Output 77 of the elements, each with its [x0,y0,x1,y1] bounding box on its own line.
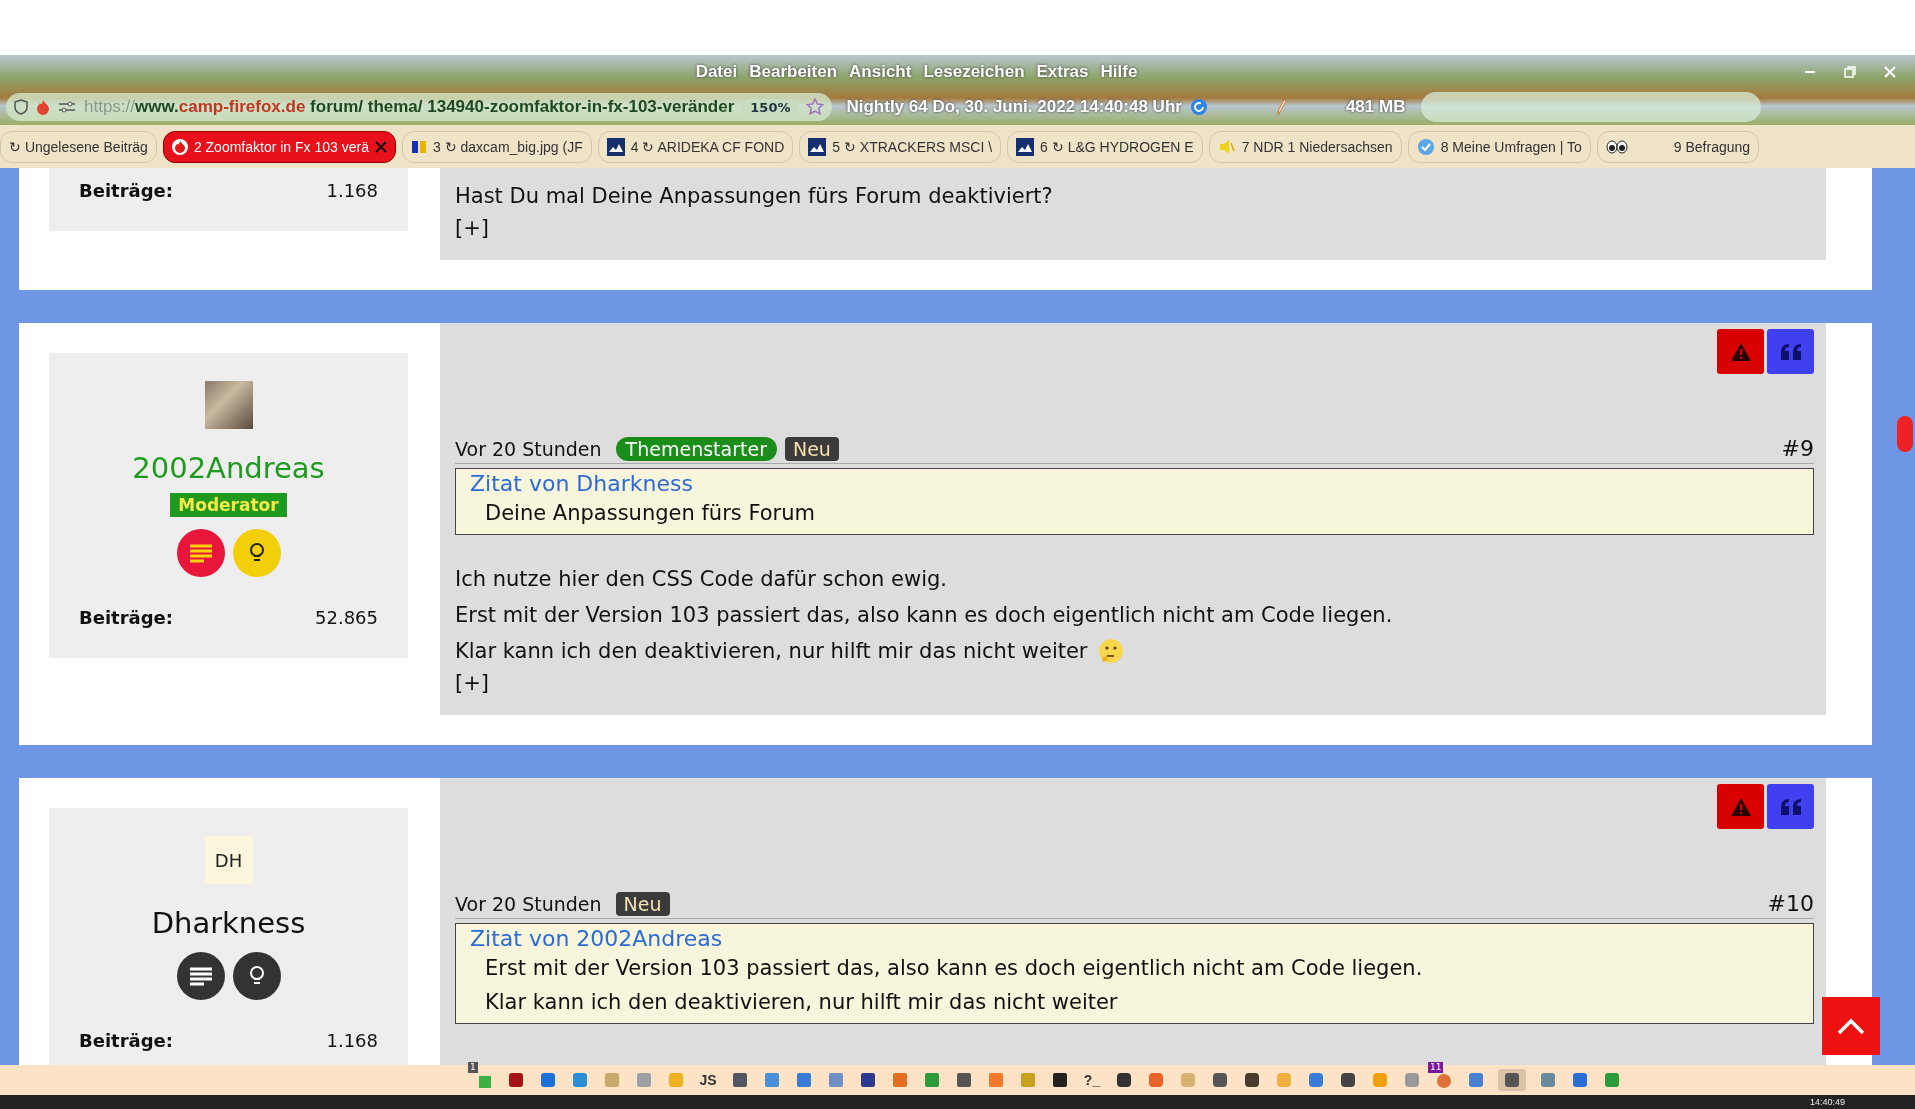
quote-author-link[interactable]: Zitat von 2002Andreas [470,926,1799,951]
quote-text: Klar kann ich den deaktivieren, nur hilft mir das nicht weiter [484,989,1119,1016]
scrollbar-thumb[interactable] [1897,416,1913,452]
quote-icon [1779,342,1802,361]
search-field[interactable] [1421,92,1762,122]
posts-label: Beiträge: [79,1030,174,1051]
close-icon[interactable] [374,140,387,153]
role-badge: Moderator [170,493,287,517]
tag: Neu [784,436,839,461]
avatar[interactable]: DH [204,836,253,884]
quote-text: Deine Anpassungen fürs Forum [484,500,816,527]
scroll-to-top-button[interactable] [1822,997,1880,1055]
browser-tab[interactable]: 7 NDR 1 Niedersachsen [1208,130,1402,163]
star-icon[interactable] [806,98,825,116]
extension-label[interactable]: ?_ [1082,1069,1102,1091]
sync-icon[interactable] [1189,98,1208,116]
extension-icon[interactable] [1435,1071,1453,1089]
pencil-icon[interactable] [1275,98,1286,116]
count-badge: 11 [1428,1062,1444,1073]
browser-tab[interactable]: 8 Meine Umfragen | To [1407,130,1591,163]
lightbulb-icon[interactable] [232,529,281,577]
address-bar[interactable]: https://www.camp-firefox.de forum/ thema/ 134940-zoomfaktor-in-fx-103-veränder 150% [6,93,833,121]
tag: Neu [615,891,670,916]
list-icon[interactable] [176,952,225,1000]
report-button[interactable] [1717,784,1764,829]
browser-tab[interactable]: 6 ↻ L&G HYDROGEN E [1007,130,1203,163]
caret-icon [1837,1017,1865,1035]
expand-link[interactable]: [+] [455,216,1814,240]
username[interactable]: Dharkness [151,906,306,940]
count-badge: 1 [468,1062,478,1073]
posts-label: Beiträge: [79,180,174,201]
post-text: Hast Du mal Deine Anpassungen fürs Forum deaktiviert? [455,183,1053,210]
tag: Themenstarter [615,436,777,461]
memory-usage: 481 MB [1345,97,1406,117]
post-time[interactable]: Vor 20 Stunden [455,437,602,460]
posts-count: 1.168 [326,1030,378,1051]
expand-link[interactable]: [+] [455,671,1814,695]
report-button[interactable] [1717,329,1764,374]
browser-tab[interactable]: 5 ↻ XTRACKERS MSCI \ [799,130,1002,163]
chart-icon [606,137,625,156]
flame-icon [171,137,188,156]
shield-icon[interactable] [14,99,28,115]
warning-icon [1729,341,1752,362]
post-time[interactable]: Vor 20 Stunden [455,892,602,915]
chart-icon [808,137,827,156]
post-number[interactable]: #10 [1767,891,1814,916]
status-text: Nightly 64 Do, 30. Juni. 2022 14:40:48 Uhr [846,97,1182,117]
warning-icon [1729,796,1752,817]
quote-button[interactable] [1767,784,1814,829]
speaker-icon [1217,137,1236,156]
quote-text: Erst mit der Version 103 passiert das, also kann es doch eigentlich nicht am Code liegen. [484,955,1424,982]
browser-tab[interactable]: 9 Befragung [1596,130,1760,163]
chart-icon [1016,137,1035,156]
quote-icon [1779,797,1802,816]
posts-count: 52.865 [315,607,378,628]
browser-tab[interactable]: 3 ↻ daxcam_big.jpg (JF [401,130,592,163]
posts-label: Beiträge: [79,607,174,628]
url-text[interactable]: https://www.camp-firefox.de forum/ thema/ 134940-zoomfaktor-in-fx-103-veränder [84,97,735,117]
posts-count: 1.168 [326,180,378,201]
browser-tab[interactable]: 4 ↻ ARIDEKA CF FOND [597,130,794,163]
post-number[interactable]: #9 [1781,436,1814,461]
eyes-icon [1605,139,1628,154]
lightbulb-icon[interactable] [232,952,281,1000]
clock: 14:40:49 [1809,1097,1845,1107]
post-text: Erst mit der Version 103 passiert das, also kann es doch eigentlich nicht am Code liegen. [455,602,1393,629]
avatar-photo-placeholder[interactable] [204,381,253,429]
post-text: Ich nutze hier den CSS Code dafür schon ewig. [455,566,947,593]
browser-tab[interactable]: 2 Zoomfaktor in Fx 103 verä [162,130,396,163]
post-text: Klar kann ich den deaktivieren, nur hilft mir das nicht weiter [455,638,1088,665]
sliders-icon[interactable] [58,100,76,114]
restore-icon[interactable] [1843,65,1857,79]
extension-label[interactable]: JS [698,1069,718,1091]
flame-icon [36,99,50,115]
quote-button[interactable] [1767,329,1814,374]
browser-tab[interactable]: ↻ Ungelesene Beiträg [0,130,157,163]
quote-author-link[interactable]: Zitat von Dharkness [470,471,1799,496]
logo-icon [410,138,427,155]
